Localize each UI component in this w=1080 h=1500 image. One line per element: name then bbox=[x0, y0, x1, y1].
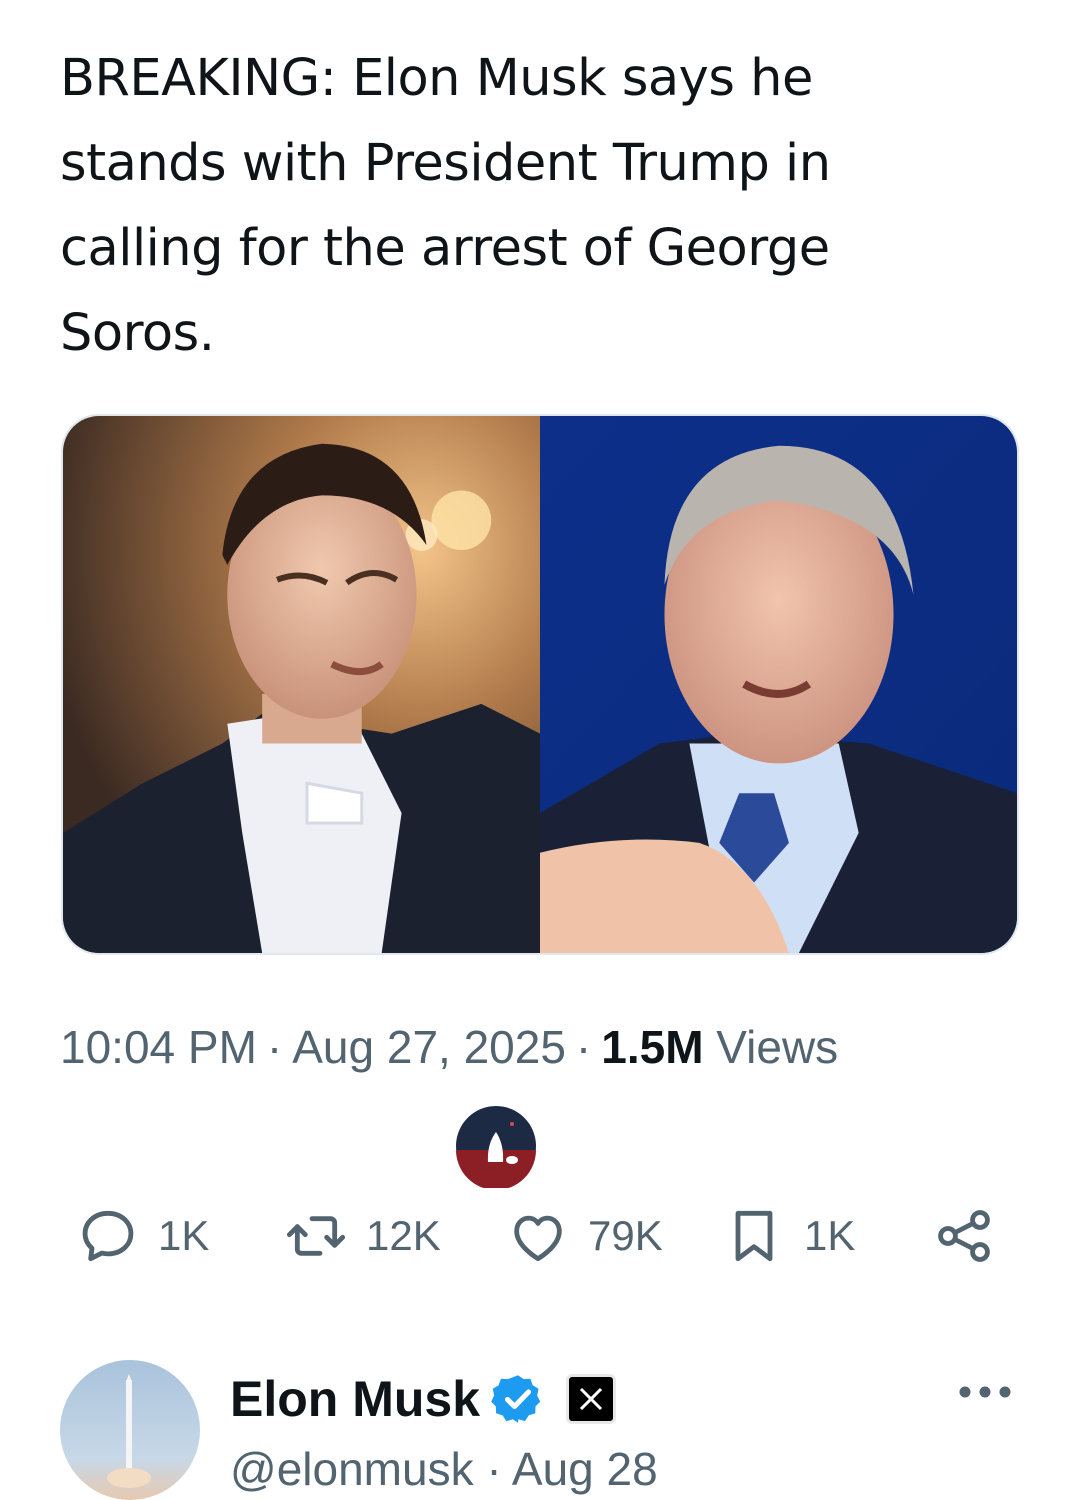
like-button[interactable]: 79K bbox=[506, 1196, 663, 1276]
reply-icon bbox=[82, 1210, 134, 1262]
media-photo-right[interactable] bbox=[540, 416, 1017, 953]
reply-count: 1K bbox=[158, 1212, 210, 1259]
author-name[interactable]: Elon Musk bbox=[230, 1370, 480, 1428]
retweet-icon bbox=[286, 1216, 346, 1256]
share-button[interactable] bbox=[932, 1196, 996, 1276]
author-name-row[interactable]: Elon Musk bbox=[230, 1370, 617, 1428]
reply-button[interactable]: 1K bbox=[76, 1196, 209, 1276]
author-handle: @elonmusk · Aug 28 bbox=[230, 1443, 658, 1495]
more-icon[interactable] bbox=[958, 1382, 1012, 1402]
bookmark-count: 1K bbox=[804, 1212, 856, 1259]
retweet-button[interactable]: 12K bbox=[284, 1196, 441, 1276]
like-count: 79K bbox=[588, 1212, 663, 1259]
grok-explain-badge-icon[interactable] bbox=[454, 1104, 538, 1190]
tweet-meta: 10:04 PM · Aug 27, 2025 · 1.5M Views bbox=[60, 1020, 838, 1074]
reply-author-row[interactable]: Elon Musk @elonmusk · Aug 28 bbox=[60, 1360, 1020, 1500]
meta-separator: · bbox=[266, 1021, 283, 1073]
views-count[interactable]: 1.5M bbox=[601, 1021, 703, 1073]
tweet-time[interactable]: 10:04 PM bbox=[60, 1021, 257, 1073]
tweet-media[interactable] bbox=[61, 414, 1019, 955]
views-label: Views bbox=[716, 1021, 839, 1073]
share-icon bbox=[938, 1210, 990, 1262]
photo-elon bbox=[63, 416, 540, 953]
x-logo-icon bbox=[566, 1374, 617, 1424]
tweet-actions: 1K 12K 79K 1K bbox=[76, 1196, 1006, 1276]
verified-icon bbox=[491, 1375, 541, 1423]
tweet-date[interactable]: Aug 27, 2025 bbox=[292, 1021, 566, 1073]
like-icon bbox=[514, 1215, 562, 1262]
photo-soros bbox=[540, 416, 1017, 953]
retweet-count: 12K bbox=[366, 1212, 441, 1259]
avatar[interactable] bbox=[60, 1360, 200, 1500]
tweet-text: BREAKING: Elon Musk says he stands with … bbox=[60, 49, 831, 363]
bookmark-button[interactable]: 1K bbox=[722, 1196, 855, 1276]
meta-separator-2: · bbox=[575, 1021, 592, 1073]
bookmark-icon bbox=[735, 1210, 773, 1262]
media-photo-left[interactable] bbox=[63, 416, 540, 953]
